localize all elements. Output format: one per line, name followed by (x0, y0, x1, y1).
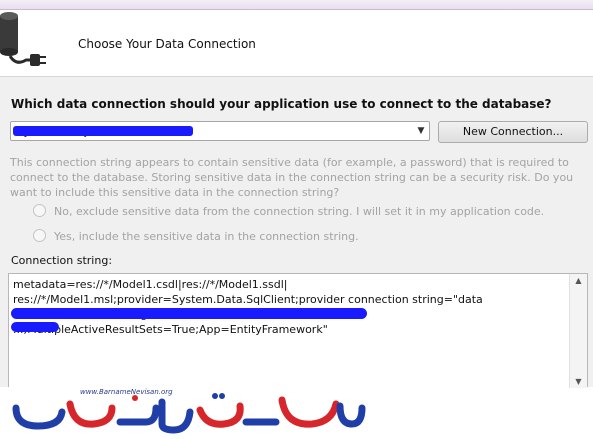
connection-string-line: ...;MultipleActiveResultSets=True;App=En… (13, 323, 328, 336)
wizard-header: Choose Your Data Connection (0, 10, 593, 76)
vertical-scrollbar[interactable]: ▲ ▼ (569, 274, 587, 388)
connection-string-line: res://*/Model1.msl;provider=System.Data.… (13, 293, 483, 306)
watermark-url: www.BarnameNevisan.org (80, 388, 173, 396)
data-connection-select[interactable]: Dynamic Project... ▼ (10, 121, 430, 141)
connection-string-line: metadata=res://*/Model1.csdl|res://*/Mod… (13, 278, 288, 291)
chevron-down-icon[interactable]: ▼ (413, 122, 429, 140)
radio-exclude-sensitive[interactable]: No, exclude sensitive data from the conn… (33, 204, 544, 218)
sensitive-data-notice: This connection string appears to contai… (10, 156, 574, 199)
radio-label: No, exclude sensitive data from the conn… (54, 205, 545, 218)
scroll-down-icon[interactable]: ▼ (570, 377, 587, 386)
redaction-mark (11, 308, 367, 319)
watermark-logo: www.BarnameNevisan.org (10, 388, 370, 435)
wizard-body: Which data connection should your applic… (0, 77, 593, 388)
watermark-logo-graphic (12, 393, 366, 434)
new-connection-button[interactable]: New Connection... (438, 121, 588, 143)
connection-question: Which data connection should your applic… (11, 97, 552, 111)
database-connection-icon (0, 12, 46, 66)
radio-include-sensitive[interactable]: Yes, include the sensitive data in the c… (33, 229, 359, 243)
connection-string-label: Connection string: (11, 254, 113, 267)
radio-label: Yes, include the sensitive data in the c… (54, 230, 359, 243)
page-title: Choose Your Data Connection (78, 37, 256, 51)
radio-button-icon[interactable] (33, 229, 46, 242)
scroll-up-icon[interactable]: ▲ (570, 276, 587, 285)
redaction-mark (13, 126, 193, 136)
radio-button-icon[interactable] (33, 204, 46, 217)
connection-string-textbox[interactable]: metadata=res://*/Model1.csdl|res://*/Mod… (8, 273, 588, 388)
redaction-mark (11, 322, 59, 332)
window-top-border (0, 0, 593, 10)
